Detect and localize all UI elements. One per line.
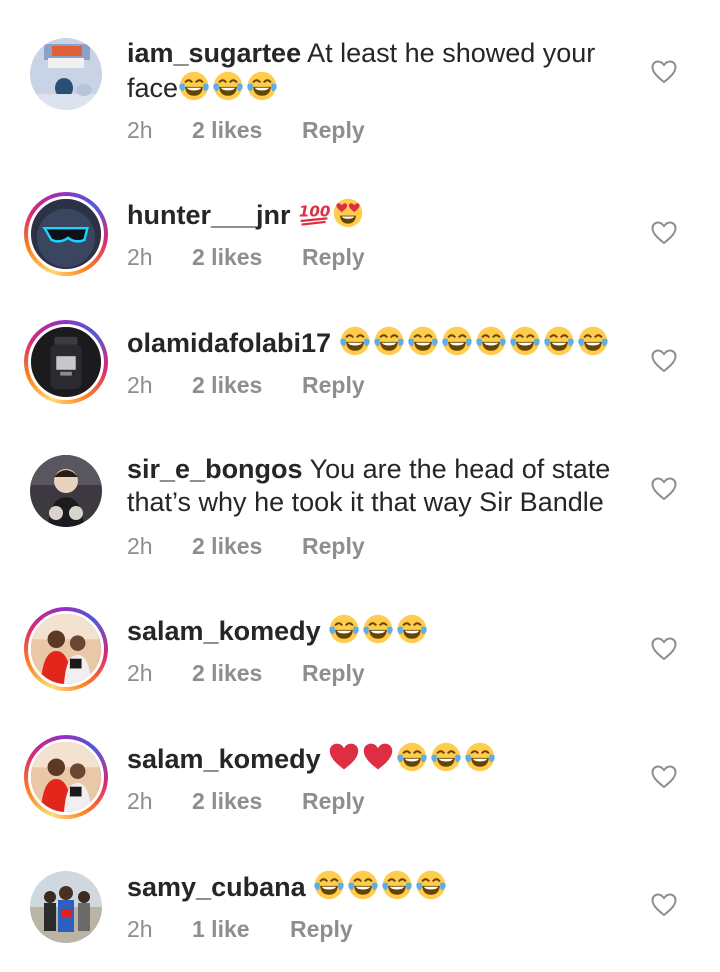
likes-count[interactable]: 2 likes	[192, 533, 262, 560]
reply-button[interactable]: Reply	[302, 244, 365, 271]
likes-count[interactable]: 1 like	[192, 916, 250, 943]
face-with-tears-of-joy-icon	[415, 869, 447, 901]
reply-button[interactable]: Reply	[302, 533, 365, 560]
heart-outline-icon[interactable]	[651, 349, 677, 373]
face-with-tears-of-joy-icon	[178, 70, 210, 102]
face-with-tears-of-joy-icon	[396, 741, 428, 773]
avatar[interactable]	[24, 607, 108, 691]
username[interactable]: samy_cubana	[127, 872, 306, 902]
likes-count[interactable]: 2 likes	[192, 788, 262, 815]
username[interactable]: salam_komedy	[127, 744, 321, 774]
avatar[interactable]	[30, 871, 102, 943]
face-with-tears-of-joy-icon	[464, 741, 496, 773]
username[interactable]: iam_sugartee	[127, 38, 301, 68]
face-with-tears-of-joy-icon	[339, 325, 371, 357]
red-heart-icon	[362, 741, 394, 773]
avatar[interactable]	[30, 38, 102, 110]
face-with-tears-of-joy-icon	[362, 613, 394, 645]
reply-button[interactable]: Reply	[302, 660, 365, 687]
red-heart-icon	[328, 741, 360, 773]
face-with-tears-of-joy-icon	[313, 869, 345, 901]
username[interactable]: salam_komedy	[127, 616, 321, 646]
username[interactable]: olamidafolabi17	[127, 328, 331, 358]
face-with-tears-of-joy-icon	[328, 613, 360, 645]
comment-timestamp: 2h	[127, 372, 153, 398]
face-with-tears-of-joy-icon	[373, 325, 405, 357]
heart-outline-icon[interactable]	[651, 765, 677, 789]
heart-outline-icon[interactable]	[651, 637, 677, 661]
hundred-points-icon	[298, 197, 330, 229]
avatar[interactable]	[24, 320, 108, 404]
likes-count[interactable]: 2 likes	[192, 660, 262, 687]
face-with-tears-of-joy-icon	[509, 325, 541, 357]
comment-timestamp: 2h	[127, 660, 153, 686]
face-with-tears-of-joy-icon	[347, 869, 379, 901]
reply-button[interactable]: Reply	[302, 372, 365, 399]
avatar[interactable]	[30, 455, 102, 527]
comment-timestamp: 2h	[127, 244, 153, 270]
likes-count[interactable]: 2 likes	[192, 372, 262, 399]
face-with-tears-of-joy-icon	[396, 613, 428, 645]
likes-count[interactable]: 2 likes	[192, 244, 262, 271]
face-with-tears-of-joy-icon	[543, 325, 575, 357]
reply-button[interactable]: Reply	[290, 916, 353, 943]
heart-outline-icon[interactable]	[651, 893, 677, 917]
reply-button[interactable]: Reply	[302, 117, 365, 144]
face-with-tears-of-joy-icon	[407, 325, 439, 357]
face-with-tears-of-joy-icon	[381, 869, 413, 901]
face-with-tears-of-joy-icon	[577, 325, 609, 357]
face-with-tears-of-joy-icon	[212, 70, 244, 102]
comment-timestamp: 2h	[127, 117, 153, 143]
comment-timestamp: 2h	[127, 916, 153, 942]
heart-outline-icon[interactable]	[651, 221, 677, 245]
avatar[interactable]	[24, 192, 108, 276]
face-with-tears-of-joy-icon	[430, 741, 462, 773]
likes-count[interactable]: 2 likes	[192, 117, 262, 144]
username[interactable]: hunter___jnr	[127, 200, 291, 230]
heart-outline-icon[interactable]	[651, 477, 677, 501]
comment-timestamp: 2h	[127, 533, 153, 559]
face-with-tears-of-joy-icon	[441, 325, 473, 357]
heart-eyes-icon	[332, 197, 364, 229]
avatar[interactable]	[24, 735, 108, 819]
reply-button[interactable]: Reply	[302, 788, 365, 815]
face-with-tears-of-joy-icon	[246, 70, 278, 102]
username[interactable]: sir_e_bongos	[127, 454, 303, 484]
face-with-tears-of-joy-icon	[475, 325, 507, 357]
comment-timestamp: 2h	[127, 788, 153, 814]
heart-outline-icon[interactable]	[651, 60, 677, 84]
